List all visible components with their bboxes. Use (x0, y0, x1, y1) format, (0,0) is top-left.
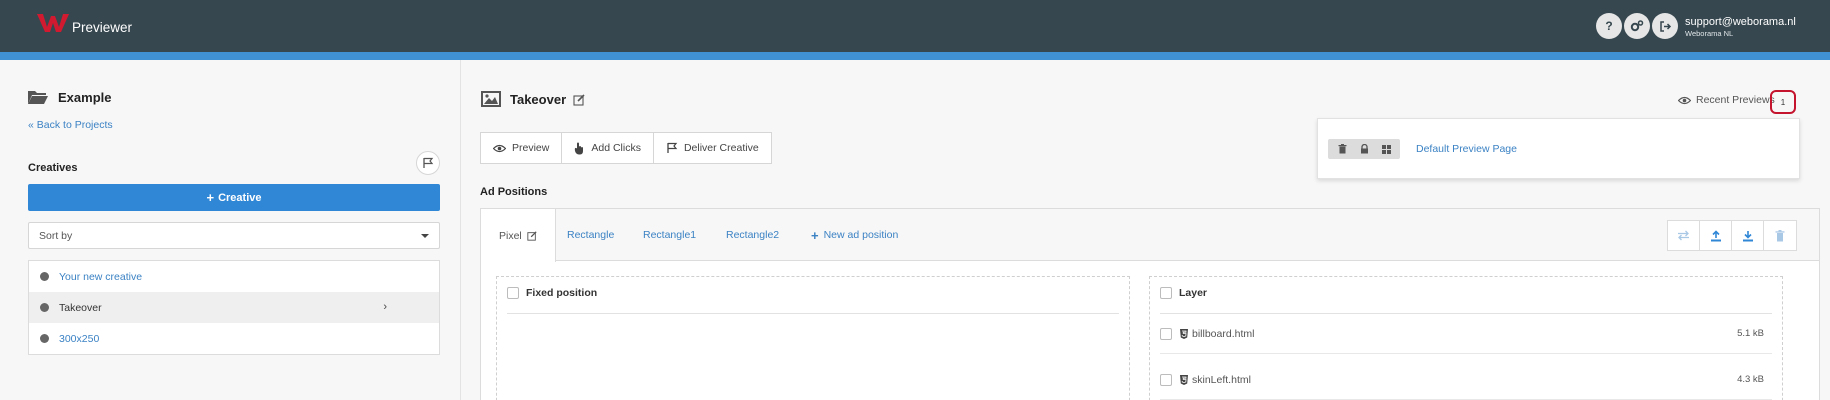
grid-icon[interactable] (1381, 144, 1391, 154)
edit-icon[interactable] (527, 230, 537, 241)
status-dot-icon (40, 303, 49, 312)
tab-pixel[interactable]: Pixel (481, 209, 556, 262)
html5-icon (1180, 374, 1188, 385)
flag-icon (423, 157, 434, 168)
creative-list: Your new creative Takeover › 300x250 (28, 260, 440, 355)
eye-icon (493, 144, 506, 152)
swap-button[interactable] (1668, 221, 1700, 250)
main-content: Takeover Recent Previews 1 Default Previ… (462, 60, 1830, 400)
fixed-position-panel: Fixed position (496, 276, 1130, 400)
user-email[interactable]: support@weborama.nl (1685, 16, 1796, 28)
add-clicks-button[interactable]: Add Clicks (562, 133, 654, 163)
weborama-logo-icon[interactable] (36, 12, 72, 34)
swap-icon (1678, 230, 1689, 241)
recent-previews-count-badge[interactable]: 1 (1770, 90, 1796, 114)
status-dot-icon (40, 272, 49, 281)
user-org: Weborama NL (1685, 29, 1734, 38)
tab-rectangle[interactable]: Rectangle (567, 209, 614, 261)
edit-icon[interactable] (573, 94, 585, 106)
folder-open-icon (28, 91, 48, 104)
plus-icon: + (206, 190, 215, 205)
layer-panel: Layer billboard.html 5.1 kB skinLeft.htm… (1149, 276, 1783, 400)
action-toolbar: Preview Add Clicks Deliver Creative (480, 132, 772, 164)
upload-button[interactable] (1700, 221, 1732, 250)
file-row[interactable]: billboard.html 5.1 kB (1160, 314, 1772, 354)
sidebar: Example « Back to Projects Creatives + C… (0, 60, 461, 400)
layer-checkbox[interactable] (1160, 287, 1172, 299)
recent-previews-toggle[interactable]: Recent Previews (1678, 94, 1775, 106)
file-size: 4.3 kB (1737, 374, 1764, 385)
eye-icon (1678, 96, 1691, 104)
settings-icon (1630, 20, 1644, 32)
double-chevron-left-icon: « (28, 119, 34, 131)
layer-header: Layer (1160, 287, 1207, 299)
add-creative-button[interactable]: + Creative (28, 184, 440, 211)
default-preview-page-link[interactable]: Default Preview Page (1416, 143, 1517, 155)
creatives-heading: Creatives (28, 162, 78, 174)
caret-down-icon (421, 234, 429, 238)
help-icon: ? (1605, 19, 1613, 33)
trash-icon (1775, 229, 1785, 241)
creative-item-your-new-creative[interactable]: Your new creative (29, 261, 439, 292)
file-row[interactable]: skinLeft.html 4.3 kB (1160, 360, 1772, 400)
divider (507, 313, 1119, 314)
tab-rectangle2[interactable]: Rectangle2 (726, 209, 779, 261)
accent-bar (0, 52, 1830, 60)
flag-icon (667, 142, 678, 153)
trash-icon[interactable] (1338, 144, 1347, 154)
hand-pointer-icon (575, 142, 584, 154)
image-icon (481, 91, 501, 107)
file-size: 5.1 kB (1737, 328, 1764, 339)
recent-previews-dropdown: Default Preview Page (1317, 118, 1800, 179)
download-icon (1742, 230, 1753, 241)
preview-tools (1328, 139, 1400, 159)
ad-positions-panel: Pixel Rectangle Rectangle1 Rectangle2 + … (480, 208, 1820, 400)
html5-icon (1180, 328, 1188, 339)
status-dot-icon (40, 334, 49, 343)
help-button[interactable]: ? (1596, 13, 1622, 39)
sort-select[interactable]: Sort by (28, 222, 440, 249)
file-checkbox[interactable] (1160, 327, 1172, 340)
upload-icon (1710, 229, 1721, 241)
plus-icon: + (811, 227, 819, 243)
settings-button[interactable] (1624, 13, 1650, 39)
tab-rectangle1[interactable]: Rectangle1 (643, 209, 696, 261)
chevron-right-icon: › (383, 301, 387, 313)
new-ad-position-button[interactable]: + New ad position (811, 209, 898, 261)
creative-item-300x250[interactable]: 300x250 (29, 323, 439, 354)
top-bar: Previewer ? support@weborama.nl Weborama… (0, 0, 1830, 52)
logout-icon (1659, 20, 1671, 32)
creative-item-takeover[interactable]: Takeover › (29, 292, 439, 323)
file-name: billboard.html (1192, 327, 1255, 340)
logout-button[interactable] (1652, 13, 1678, 39)
download-button[interactable] (1732, 221, 1764, 250)
flag-button[interactable] (416, 151, 440, 175)
app-name: Previewer (72, 20, 133, 35)
deliver-creative-button[interactable]: Deliver Creative (654, 133, 771, 163)
back-to-projects-link[interactable]: « Back to Projects (28, 119, 113, 131)
ad-position-tools (1667, 220, 1797, 251)
delete-button[interactable] (1764, 221, 1796, 250)
ad-position-tabs: Pixel Rectangle Rectangle1 Rectangle2 + … (481, 209, 1819, 262)
fixed-position-checkbox[interactable] (507, 287, 519, 299)
page-title: Takeover (510, 92, 567, 107)
preview-button[interactable]: Preview (481, 133, 563, 163)
fixed-position-header: Fixed position (507, 287, 597, 299)
lock-icon[interactable] (1360, 144, 1369, 154)
ad-positions-heading: Ad Positions (480, 186, 548, 198)
file-checkbox[interactable] (1160, 373, 1172, 386)
file-name: skinLeft.html (1192, 373, 1251, 386)
project-title: Example (58, 90, 112, 105)
